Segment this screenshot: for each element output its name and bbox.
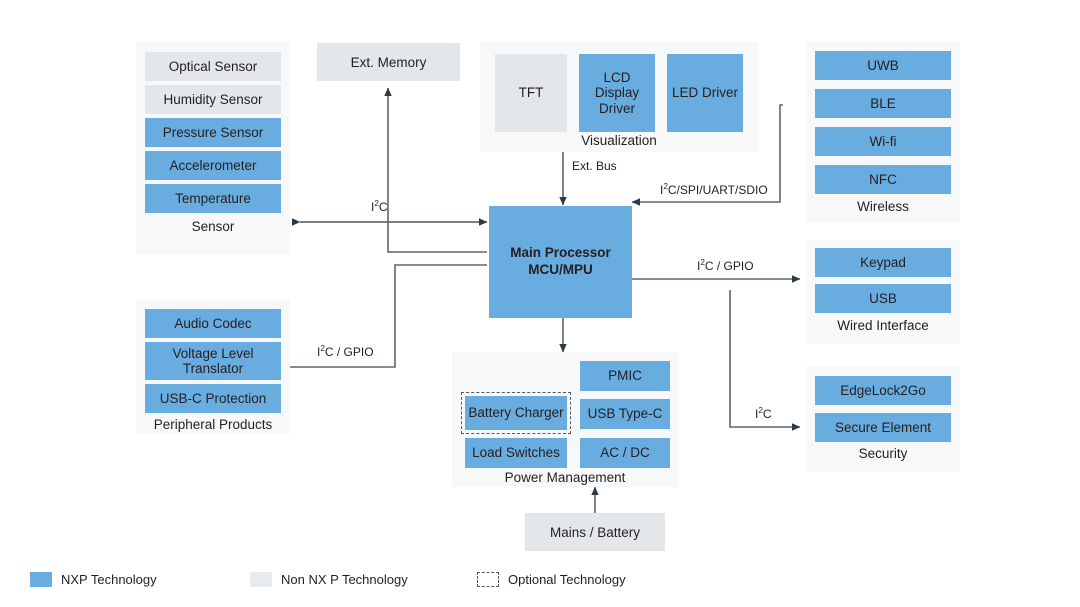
- group-label-wireless: Wireless: [857, 199, 909, 214]
- conn-label-peripheral-bus: I2C / GPIO: [317, 344, 374, 359]
- group-label-power-management: Power Management: [504, 470, 626, 485]
- legend-item-nxp: NXP Technology: [30, 572, 250, 587]
- block-pressure-sensor[interactable]: Pressure Sensor: [145, 118, 281, 147]
- block-edgelock2go[interactable]: EdgeLock2Go: [815, 376, 951, 405]
- legend-label-non-nxp: Non NX P Technology: [281, 572, 408, 587]
- group-wired-interface: Keypad USB Wired Interface: [806, 240, 960, 344]
- group-visualization: TFT LCD Display Driver LED Driver Visual…: [480, 42, 758, 152]
- legend-item-optional: Optional Technology: [477, 572, 626, 587]
- group-power-management: Battery Charger Load Switches PMIC USB T…: [452, 352, 678, 487]
- block-tft[interactable]: TFT: [495, 54, 567, 132]
- block-optical-sensor[interactable]: Optical Sensor: [145, 52, 281, 81]
- block-led-driver[interactable]: LED Driver: [667, 54, 743, 132]
- block-battery-charger[interactable]: Battery Charger: [461, 392, 571, 434]
- legend-swatch-optional: [477, 572, 499, 587]
- block-uwb[interactable]: UWB: [815, 51, 951, 80]
- block-mains-battery[interactable]: Mains / Battery: [525, 513, 665, 551]
- block-diagram-canvas: Optical Sensor Humidity Sensor Pressure …: [0, 0, 1080, 607]
- block-voltage-level-translator[interactable]: Voltage Level Translator: [145, 342, 281, 380]
- conn-label-security-bus: I2C: [755, 406, 772, 421]
- group-security: EdgeLock2Go Secure Element Security: [806, 366, 960, 472]
- conn-label-wireless-bus: I2C/SPI/UART/SDIO: [660, 182, 768, 197]
- block-temperature[interactable]: Temperature: [145, 184, 281, 213]
- block-pmic[interactable]: PMIC: [580, 361, 670, 391]
- group-sensor: Optical Sensor Humidity Sensor Pressure …: [136, 42, 290, 254]
- group-label-visualization: Visualization: [581, 133, 657, 148]
- block-audio-codec[interactable]: Audio Codec: [145, 309, 281, 338]
- block-humidity-sensor[interactable]: Humidity Sensor: [145, 85, 281, 114]
- block-usb-type-c[interactable]: USB Type-C: [580, 399, 670, 429]
- block-accelerometer[interactable]: Accelerometer: [145, 151, 281, 180]
- group-wireless: UWB BLE Wi-fi NFC Wireless: [806, 42, 960, 222]
- block-ac-dc[interactable]: AC / DC: [580, 438, 670, 468]
- legend-swatch-non-nxp: [250, 572, 272, 587]
- block-wifi[interactable]: Wi-fi: [815, 127, 951, 156]
- legend-item-non-nxp: Non NX P Technology: [250, 572, 477, 587]
- group-label-sensor: Sensor: [191, 219, 235, 234]
- block-load-switches[interactable]: Load Switches: [465, 438, 567, 468]
- conn-label-sensor-bus: I2C: [371, 199, 388, 214]
- wire-ext-memory: [384, 87, 487, 253]
- block-ext-memory[interactable]: Ext. Memory: [317, 43, 460, 81]
- legend-label-optional: Optional Technology: [508, 572, 626, 587]
- block-secure-element[interactable]: Secure Element: [815, 413, 951, 442]
- conn-label-wired-bus: I2C / GPIO: [697, 258, 754, 273]
- group-label-security: Security: [858, 446, 908, 461]
- legend-swatch-nxp: [30, 572, 52, 587]
- block-ble[interactable]: BLE: [815, 89, 951, 118]
- group-label-peripheral-products: Peripheral Products: [153, 417, 273, 432]
- block-usb[interactable]: USB: [815, 284, 951, 313]
- block-usb-c-protection[interactable]: USB-C Protection: [145, 384, 281, 413]
- group-label-wired-interface: Wired Interface: [837, 318, 929, 333]
- processor-title-line1: Main Processor: [510, 245, 611, 261]
- conn-label-ext-bus: Ext. Bus: [572, 159, 617, 173]
- group-peripheral-products: Audio Codec Voltage Level Translator USB…: [136, 300, 290, 434]
- block-battery-charger-label: Battery Charger: [465, 396, 567, 430]
- legend-label-nxp: NXP Technology: [61, 572, 157, 587]
- block-nfc[interactable]: NFC: [815, 165, 951, 194]
- processor-title-line2: MCU/MPU: [528, 262, 593, 277]
- block-lcd-display-driver[interactable]: LCD Display Driver: [579, 54, 655, 132]
- legend: NXP Technology Non NX P Technology Optio…: [30, 572, 626, 587]
- block-main-processor[interactable]: Main Processor MCU/MPU: [489, 206, 632, 318]
- block-keypad[interactable]: Keypad: [815, 248, 951, 277]
